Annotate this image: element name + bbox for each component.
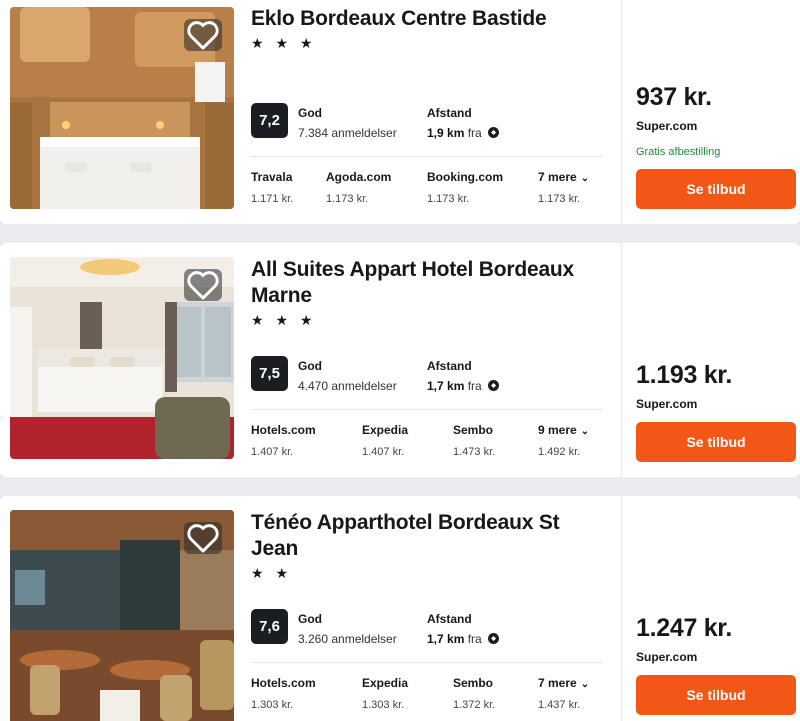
distance-value[interactable]: 1,9 km fra <box>427 126 500 140</box>
provider-price[interactable]: 1.407 kr. <box>362 446 404 458</box>
location-pin-icon <box>488 380 500 391</box>
provider-name[interactable]: Expedia <box>362 676 408 690</box>
best-price: 937 kr. <box>636 83 712 111</box>
hotel-photo[interactable] <box>10 7 234 209</box>
provider-price[interactable]: 1.171 kr. <box>251 193 293 205</box>
distance-value[interactable]: 1,7 km fra <box>427 632 500 646</box>
provider-name[interactable]: Booking.com <box>427 170 503 184</box>
provider-name[interactable]: Expedia <box>362 423 408 437</box>
see-deal-button[interactable]: Se tilbud <box>636 422 796 462</box>
rating-label: God <box>298 359 322 373</box>
provider-name[interactable]: Agoda.com <box>326 170 391 184</box>
more-providers-toggle[interactable]: 7 mere ⌄ <box>538 170 589 184</box>
column-divider <box>621 243 622 477</box>
heart-icon <box>187 524 219 553</box>
distance-label: Afstand <box>427 106 472 120</box>
distance-suffix: fra <box>467 126 482 140</box>
distance-label: Afstand <box>427 612 472 626</box>
review-count[interactable]: 3.260 anmeldelser <box>298 632 397 646</box>
star-rating: ★ ★ ★ <box>251 35 317 51</box>
provider-name[interactable]: Hotels.com <box>251 676 316 690</box>
more-providers-label: 7 mere <box>538 676 577 690</box>
free-cancellation: Gratis afbestilling <box>636 146 721 158</box>
provider-price[interactable]: 1.303 kr. <box>251 699 293 711</box>
review-count[interactable]: 4.470 anmeldelser <box>298 379 397 393</box>
provider-price[interactable]: 1.303 kr. <box>362 699 404 711</box>
more-providers-label: 9 mere <box>538 423 577 437</box>
provider-price[interactable]: 1.473 kr. <box>453 446 495 458</box>
provider-name[interactable]: Sembo <box>453 423 493 437</box>
provider-price[interactable]: 1.173 kr. <box>427 193 469 205</box>
hotel-name[interactable]: All Suites Appart Hotel Bordeaux Marne ★… <box>251 257 611 329</box>
provider-price[interactable]: 1.437 kr. <box>538 699 580 711</box>
divider <box>251 409 603 410</box>
more-providers-toggle[interactable]: 9 mere ⌄ <box>538 423 589 437</box>
chevron-down-icon: ⌄ <box>580 426 590 437</box>
distance-km: 1,7 km <box>427 632 465 646</box>
provider-price[interactable]: 1.173 kr. <box>326 193 368 205</box>
review-score-badge: 7,2 <box>251 103 288 138</box>
hotel-card[interactable]: Eklo Bordeaux Centre Bastide ★ ★ ★ 7,2 G… <box>0 0 800 224</box>
provider-price[interactable]: 1.173 kr. <box>538 193 580 205</box>
best-price-site: Super.com <box>636 119 698 133</box>
divider <box>251 156 603 157</box>
best-price-site: Super.com <box>636 650 698 664</box>
favorite-button[interactable] <box>184 19 222 51</box>
distance-suffix: fra <box>467 379 482 393</box>
best-price: 1.247 kr. <box>636 614 733 642</box>
provider-name[interactable]: Travala <box>251 170 292 184</box>
rating-label: God <box>298 106 322 120</box>
provider-price[interactable]: 1.492 kr. <box>538 446 580 458</box>
location-pin-icon <box>488 127 500 138</box>
star-rating: ★ ★ ★ <box>251 312 317 328</box>
hotel-card[interactable]: All Suites Appart Hotel Bordeaux Marne ★… <box>0 243 800 477</box>
best-price: 1.193 kr. <box>636 361 733 389</box>
distance-km: 1,9 km <box>427 126 465 140</box>
see-deal-button[interactable]: Se tilbud <box>636 169 796 209</box>
chevron-down-icon: ⌄ <box>580 679 590 690</box>
heart-icon <box>187 21 219 50</box>
divider <box>251 662 603 663</box>
distance-value[interactable]: 1,7 km fra <box>427 379 500 393</box>
hotel-card[interactable]: Ténéo Apparthotel Bordeaux St Jean ★ ★ 7… <box>0 496 800 721</box>
hotel-name-text[interactable]: All Suites Appart Hotel Bordeaux Marne <box>251 258 574 307</box>
column-divider <box>621 0 622 224</box>
provider-price[interactable]: 1.372 kr. <box>453 699 495 711</box>
more-providers-label: 7 mere <box>538 170 577 184</box>
provider-name[interactable]: Hotels.com <box>251 423 316 437</box>
see-deal-button[interactable]: Se tilbud <box>636 675 796 715</box>
favorite-button[interactable] <box>184 269 222 301</box>
hotel-name[interactable]: Ténéo Apparthotel Bordeaux St Jean ★ ★ <box>251 510 611 582</box>
hotel-name-text[interactable]: Eklo Bordeaux Centre Bastide <box>251 7 547 30</box>
hotel-name-text[interactable]: Ténéo Apparthotel Bordeaux St Jean <box>251 511 560 560</box>
hotel-photo[interactable] <box>10 257 234 459</box>
best-price-site: Super.com <box>636 397 698 411</box>
distance-label: Afstand <box>427 359 472 373</box>
hotel-name[interactable]: Eklo Bordeaux Centre Bastide ★ ★ ★ <box>251 6 611 52</box>
chevron-down-icon: ⌄ <box>580 173 590 184</box>
column-divider <box>621 496 622 721</box>
provider-price[interactable]: 1.407 kr. <box>251 446 293 458</box>
star-rating: ★ ★ <box>251 565 292 581</box>
location-pin-icon <box>488 633 500 644</box>
more-providers-toggle[interactable]: 7 mere ⌄ <box>538 676 589 690</box>
review-score-badge: 7,6 <box>251 609 288 644</box>
favorite-button[interactable] <box>184 522 222 554</box>
distance-suffix: fra <box>467 632 482 646</box>
review-score-badge: 7,5 <box>251 356 288 391</box>
heart-icon <box>187 271 219 300</box>
distance-km: 1,7 km <box>427 379 465 393</box>
provider-name[interactable]: Sembo <box>453 676 493 690</box>
rating-label: God <box>298 612 322 626</box>
hotel-photo[interactable] <box>10 510 234 721</box>
review-count[interactable]: 7.384 anmeldelser <box>298 126 397 140</box>
